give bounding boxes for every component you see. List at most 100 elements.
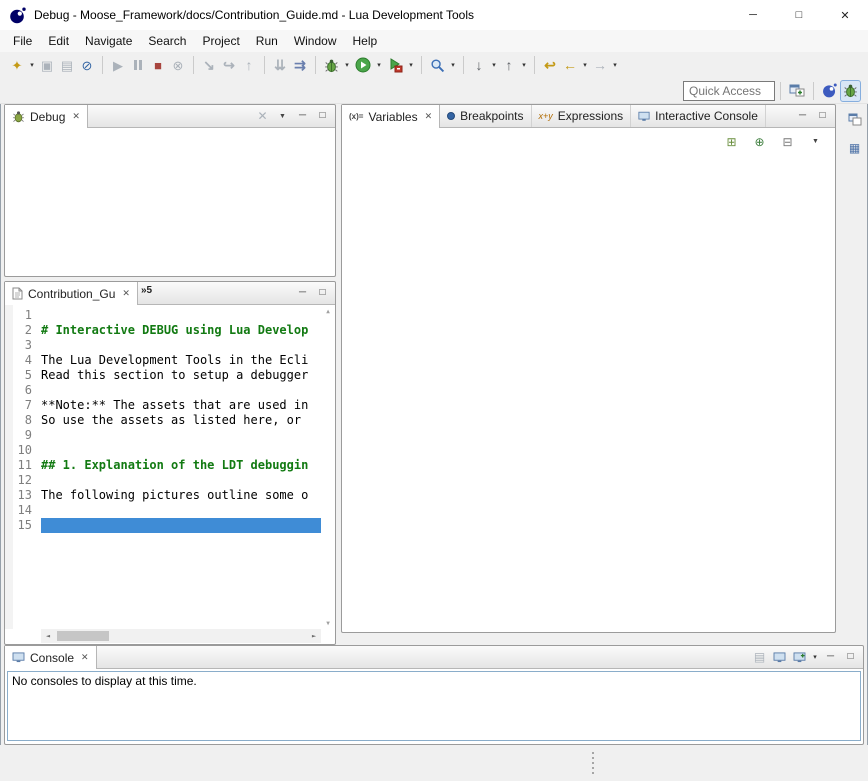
debug-button[interactable] — [321, 54, 342, 76]
save-button[interactable]: ▣ — [37, 54, 57, 76]
debug-dropdown[interactable]: ▾ — [342, 61, 352, 69]
editor-line[interactable]: 1 — [5, 308, 321, 323]
remove-terminated-button[interactable]: ✕ — [253, 107, 272, 126]
restore-views-button[interactable] — [845, 110, 864, 129]
minimize-view-button[interactable]: ─ — [293, 107, 312, 126]
disconnect-button[interactable]: ⊗ — [168, 54, 188, 76]
previous-annotation-dropdown[interactable]: ▾ — [519, 61, 529, 69]
suspend-button[interactable] — [128, 54, 148, 76]
tab-debug[interactable]: Debug ✕ — [5, 105, 88, 128]
menu-help[interactable]: Help — [345, 31, 386, 51]
open-console-dropdown[interactable]: ▾ — [810, 653, 820, 661]
show-logical-structure-button[interactable]: ⊞ — [722, 132, 741, 151]
editor-line[interactable]: 12 — [5, 473, 321, 488]
drop-to-frame-button[interactable]: ⇊ — [270, 54, 290, 76]
menu-project[interactable]: Project — [194, 31, 247, 51]
menu-file[interactable]: File — [5, 31, 40, 51]
variables-tree[interactable] — [342, 155, 835, 631]
editor-line[interactable]: 6 — [5, 383, 321, 398]
debug-perspective-button[interactable] — [840, 80, 861, 102]
console-output[interactable]: No consoles to display at this time. — [7, 671, 861, 741]
run-button[interactable] — [352, 54, 374, 76]
step-return-button[interactable]: ↑ — [239, 54, 259, 76]
window-minimize-button[interactable]: ─ — [730, 0, 776, 30]
editor-line[interactable]: 15 — [5, 518, 321, 533]
back-dropdown[interactable]: ▾ — [580, 61, 590, 69]
menu-window[interactable]: Window — [286, 31, 345, 51]
forward-button[interactable]: → — [590, 54, 610, 76]
next-annotation-button[interactable]: ↓ — [469, 54, 489, 76]
editor-line[interactable]: 10 — [5, 443, 321, 458]
view-menu-button[interactable]: ▼ — [806, 132, 825, 151]
run-dropdown[interactable]: ▾ — [374, 61, 384, 69]
search-dropdown[interactable]: ▾ — [448, 61, 458, 69]
pin-console-button[interactable]: ▤ — [750, 648, 769, 667]
new-button[interactable]: ✦ — [7, 54, 27, 76]
maximize-view-button[interactable]: □ — [313, 107, 332, 126]
skip-breakpoints-button[interactable]: ⊘ — [77, 54, 97, 76]
external-tools-dropdown[interactable]: ▾ — [406, 61, 416, 69]
view-menu-button[interactable]: ▼ — [273, 107, 292, 126]
scroll-right-icon[interactable]: ► — [307, 629, 321, 643]
close-icon[interactable]: ✕ — [122, 288, 130, 299]
save-all-button[interactable]: ▤ — [57, 54, 77, 76]
terminate-button[interactable]: ■ — [148, 54, 168, 76]
last-edit-location-button[interactable]: ↩ — [540, 54, 560, 76]
tab-variables[interactable]: (x)= Variables ✕ — [342, 105, 440, 128]
resume-button[interactable]: ▶ — [108, 54, 128, 76]
editor-horizontal-scrollbar[interactable]: ◄ ► — [41, 629, 321, 643]
editor-line[interactable]: 11## 1. Explanation of the LDT debuggin — [5, 458, 321, 473]
previous-annotation-button[interactable]: ↑ — [499, 54, 519, 76]
add-variable-button[interactable]: ⊕ — [750, 132, 769, 151]
ldt-perspective-button[interactable] — [819, 80, 840, 102]
tab-contribution-guide[interactable]: Contribution_Gu ✕ — [5, 282, 138, 305]
tab-console[interactable]: Console ✕ — [5, 646, 97, 669]
sash-drag-handle[interactable] — [592, 752, 594, 774]
window-close-button[interactable]: ✕ — [822, 0, 868, 30]
maximize-view-button[interactable]: □ — [313, 284, 332, 303]
close-icon[interactable]: ✕ — [425, 111, 433, 122]
editor-line[interactable]: 8So use the assets as listed here, or — [5, 413, 321, 428]
scroll-up-icon[interactable]: ▲ — [326, 308, 330, 315]
step-into-button[interactable]: ↘ — [199, 54, 219, 76]
tab-expressions[interactable]: x+y Expressions — [532, 105, 632, 127]
editor-line[interactable]: 14 — [5, 503, 321, 518]
editor-line[interactable]: 3 — [5, 338, 321, 353]
menu-search[interactable]: Search — [140, 31, 194, 51]
editor-vertical-scrollbar[interactable]: ▲ ▼ — [322, 307, 334, 628]
minimize-view-button[interactable]: ─ — [793, 107, 812, 126]
editor-line[interactable]: 5Read this section to setup a debugger — [5, 368, 321, 383]
minimized-view-button[interactable]: ▦ — [845, 138, 864, 157]
close-icon[interactable]: ✕ — [72, 111, 80, 122]
scroll-down-icon[interactable]: ▼ — [326, 620, 330, 627]
hidden-editors-chevron[interactable]: »5 — [138, 282, 157, 304]
menu-run[interactable]: Run — [248, 31, 286, 51]
step-over-button[interactable]: ↪ — [219, 54, 239, 76]
tab-interactive-console[interactable]: Interactive Console — [631, 105, 766, 127]
external-tools-button[interactable] — [384, 54, 406, 76]
open-perspective-button[interactable] — [786, 80, 808, 102]
next-annotation-dropdown[interactable]: ▾ — [489, 61, 499, 69]
window-maximize-button[interactable]: □ — [776, 0, 822, 30]
maximize-view-button[interactable]: □ — [841, 648, 860, 667]
forward-dropdown[interactable]: ▾ — [610, 61, 620, 69]
editor-line[interactable]: 7**Note:** The assets that are used in — [5, 398, 321, 413]
step-filters-button[interactable]: ⇉ — [290, 54, 310, 76]
editor-line[interactable]: 2# Interactive DEBUG using Lua Develop — [5, 323, 321, 338]
editor-line[interactable]: 9 — [5, 428, 321, 443]
quick-access[interactable]: Quick Access — [683, 81, 775, 101]
search-button[interactable] — [427, 54, 448, 76]
editor-line[interactable]: 13The following pictures outline some o — [5, 488, 321, 503]
minimize-view-button[interactable]: ─ — [821, 648, 840, 667]
menu-navigate[interactable]: Navigate — [77, 31, 140, 51]
menu-edit[interactable]: Edit — [40, 31, 77, 51]
scroll-left-icon[interactable]: ◄ — [41, 629, 55, 643]
maximize-view-button[interactable]: □ — [813, 107, 832, 126]
open-console-button[interactable] — [790, 648, 809, 667]
scrollbar-thumb[interactable] — [57, 631, 109, 641]
collapse-all-button[interactable]: ⊟ — [778, 132, 797, 151]
tab-breakpoints[interactable]: Breakpoints — [440, 105, 531, 127]
display-selected-console-button[interactable] — [770, 648, 789, 667]
back-button[interactable]: ← — [560, 54, 580, 76]
minimize-view-button[interactable]: ─ — [293, 284, 312, 303]
